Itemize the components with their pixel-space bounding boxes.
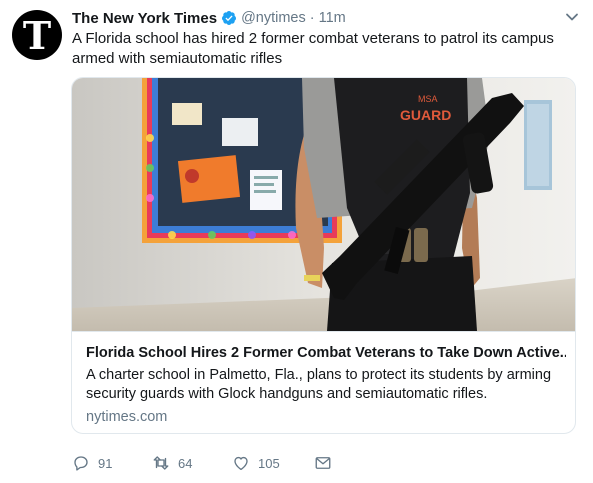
tweet-text: A Florida school has hired 2 former comb…: [72, 30, 554, 67]
reply-button[interactable]: 91: [72, 454, 152, 472]
verified-badge-icon: [222, 11, 237, 25]
card-domain: nytimes.com: [86, 409, 168, 425]
like-count: 105: [258, 455, 280, 471]
card-description: A charter school in Palmetto, Fla., plan…: [86, 367, 552, 402]
chevron-down-icon[interactable]: [565, 10, 579, 24]
account-name[interactable]: The New York Times: [72, 10, 217, 27]
card-body[interactable]: Florida School Hires 2 Former Combat Vet…: [72, 331, 575, 433]
separator-dot: ·: [309, 10, 315, 26]
tweet[interactable]: T The New York Times @nytimes · 11m A Fl…: [0, 0, 593, 483]
retweet-icon: [153, 456, 169, 470]
direct-message-button[interactable]: [314, 454, 344, 472]
reply-count: 91: [98, 455, 113, 471]
avatar-logo-letter: T: [22, 13, 52, 58]
envelope-icon: [315, 457, 331, 469]
retweet-count: 64: [178, 455, 193, 471]
nyt-avatar[interactable]: T: [12, 10, 62, 60]
card-title[interactable]: Florida School Hires 2 Former Combat Vet…: [86, 344, 566, 362]
reply-icon: [74, 456, 88, 471]
tweet-actions: 91 64 105: [72, 452, 344, 474]
vest-patch-guard: GUARD: [400, 107, 451, 123]
heart-icon: [234, 456, 248, 471]
tweet-header: The New York Times @nytimes · 11m: [72, 8, 563, 28]
retweet-button[interactable]: 64: [152, 454, 232, 472]
timestamp[interactable]: 11m: [319, 10, 346, 26]
account-handle[interactable]: @nytimes: [241, 10, 306, 26]
vest-patch-msa: MSA: [418, 94, 438, 104]
card-image[interactable]: MSA GUARD: [72, 78, 576, 331]
link-card[interactable]: MSA GUARD Florida School Hires 2 Former …: [71, 77, 576, 434]
like-button[interactable]: 105: [232, 454, 314, 472]
